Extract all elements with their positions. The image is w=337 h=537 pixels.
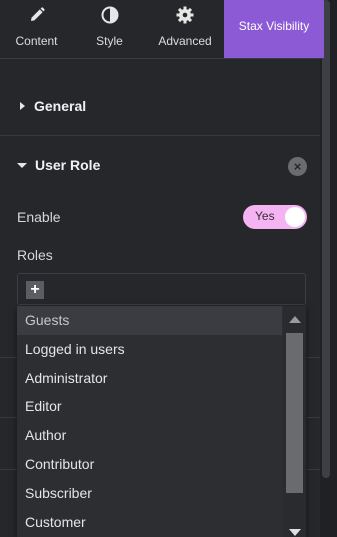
dropdown-scrollbar[interactable]	[283, 306, 306, 537]
background-divider	[306, 417, 320, 418]
close-icon[interactable]: ×	[288, 157, 307, 176]
tab-style-label: Style	[96, 34, 123, 48]
background-divider	[0, 417, 17, 418]
option-guests[interactable]: Guests	[17, 306, 282, 335]
enable-label: Enable	[17, 209, 61, 225]
dropdown-scrollbar-thumb[interactable]	[286, 333, 303, 493]
pencil-icon	[30, 7, 45, 21]
option-contributor[interactable]: Contributor	[17, 450, 282, 479]
option-administrator[interactable]: Administrator	[17, 364, 282, 393]
tab-advanced[interactable]: Advanced	[146, 0, 224, 58]
half-circle-icon	[101, 6, 118, 24]
enable-toggle[interactable]: Yes	[243, 205, 307, 229]
roles-dropdown-list[interactable]: Guests Logged in users Administrator Edi…	[17, 306, 306, 537]
tab-content[interactable]: Content	[0, 0, 73, 58]
caret-right-icon	[20, 102, 25, 110]
toggle-knob	[285, 207, 305, 227]
panel-tabs: Content Style Advanced Stax Visibility	[0, 0, 324, 59]
section-user-role-header[interactable]: User Role	[0, 155, 320, 175]
background-divider	[0, 357, 17, 358]
background-divider	[306, 469, 320, 470]
option-logged-in-users[interactable]: Logged in users	[17, 335, 282, 364]
scroll-down-arrow-icon[interactable]	[289, 529, 301, 536]
panel-scrollbar-thumb[interactable]	[322, 0, 330, 478]
option-author[interactable]: Author	[17, 421, 282, 450]
gear-icon	[176, 6, 194, 24]
caret-down-icon	[17, 162, 27, 168]
scroll-up-arrow-icon[interactable]	[289, 316, 301, 323]
background-divider	[306, 357, 320, 358]
tab-advanced-label: Advanced	[158, 34, 212, 48]
background-divider	[0, 469, 17, 470]
toggle-yes-text: Yes	[255, 209, 275, 223]
section-general-title: General	[34, 98, 87, 114]
tab-stax-visibility[interactable]: Stax Visibility	[224, 0, 324, 58]
option-editor[interactable]: Editor	[17, 392, 282, 421]
tab-style[interactable]: Style	[73, 0, 146, 58]
roles-label: Roles	[17, 247, 53, 263]
option-subscriber[interactable]: Subscriber	[17, 479, 282, 508]
option-customer[interactable]: Customer	[17, 508, 282, 537]
tab-stax-visibility-label: Stax Visibility	[238, 18, 310, 33]
plus-icon[interactable]: +	[26, 281, 44, 299]
section-general-header[interactable]: General	[0, 96, 320, 116]
section-user-role-title: User Role	[35, 157, 101, 173]
roles-select[interactable]: +	[17, 273, 306, 305]
section-divider	[0, 135, 320, 136]
tab-content-label: Content	[15, 34, 58, 48]
